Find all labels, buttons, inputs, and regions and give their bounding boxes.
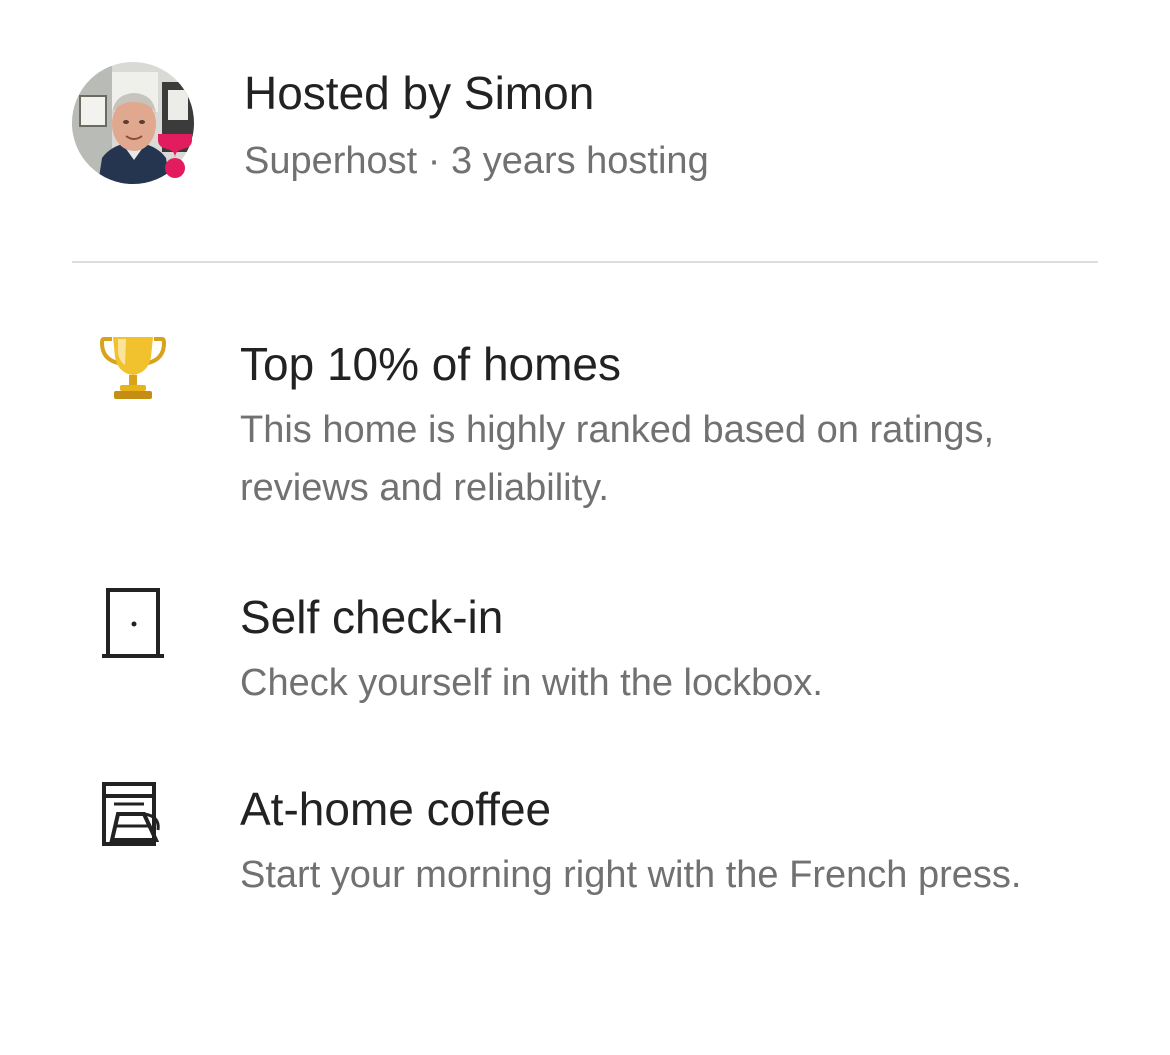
highlight-description: Start your morning right with the French…: [240, 854, 1022, 896]
trophy-icon: [99, 335, 167, 401]
host-avatar[interactable]: [72, 62, 194, 184]
highlight-description: This home is highly ranked based on rati…: [240, 409, 995, 509]
highlight-text: Self check-in Check yourself in with the…: [240, 588, 1100, 712]
host-subtitle: Superhost · 3 years hosting: [244, 140, 709, 182]
highlight-title: At-home coffee: [240, 783, 552, 835]
section-divider: [72, 261, 1098, 263]
highlight-text: Top 10% of homes This home is highly ran…: [240, 335, 1100, 517]
highlight-text: At-home coffee Start your morning right …: [240, 780, 1100, 904]
host-info: Hosted by Simon Superhost · 3 years host…: [244, 62, 709, 186]
highlight-title: Top 10% of homes: [240, 338, 622, 390]
superhost-badge-icon: [156, 132, 194, 182]
coffee-maker-icon: [100, 780, 166, 846]
host-name: Hosted by Simon: [244, 67, 595, 119]
door-icon: [100, 588, 166, 658]
highlight-description: Check yourself in with the lockbox.: [240, 662, 823, 704]
host-section: Hosted by Simon Superhost · 3 years host…: [72, 62, 1098, 186]
highlight-title: Self check-in: [240, 591, 504, 643]
